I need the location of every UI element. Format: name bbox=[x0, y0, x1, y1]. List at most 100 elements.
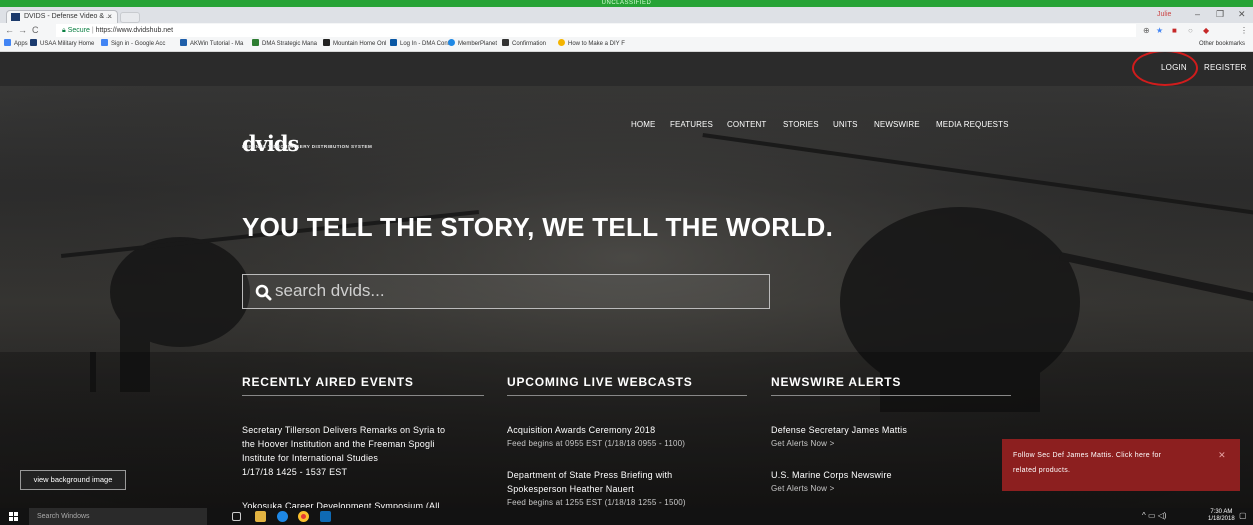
zoom-icon[interactable]: ⊕ bbox=[1143, 24, 1150, 37]
edge-icon[interactable] bbox=[277, 511, 288, 522]
file-explorer-icon[interactable] bbox=[255, 511, 266, 522]
akwin-icon bbox=[180, 39, 187, 46]
outlook-icon[interactable] bbox=[320, 511, 331, 522]
logo-tagline: DEFENSE VIDEO IMAGERY DISTRIBUTION SYSTE… bbox=[242, 144, 373, 149]
bookmark-label: Mountain Home Onl bbox=[333, 41, 387, 47]
bookmark-item[interactable]: Log In - DMA Confla bbox=[390, 38, 454, 51]
bookmark-item[interactable]: AKWin Tutorial - Ma bbox=[180, 38, 243, 51]
bookmark-label: How to Make a DIY F bbox=[568, 41, 625, 47]
bookmark-item[interactable]: How to Make a DIY F bbox=[558, 38, 625, 51]
bookmark-item[interactable]: DMA Strategic Mana bbox=[252, 38, 317, 51]
event-title-line: Secretary Tillerson Delivers Remarks on … bbox=[242, 425, 446, 435]
newswire-item[interactable]: U.S. Marine Corps Newswire Get Alerts No… bbox=[771, 468, 991, 496]
webcast-title: Department of State Press Briefing with bbox=[507, 470, 673, 480]
follow-popup[interactable]: Follow Sec Def James Mattis. Click here … bbox=[1002, 439, 1240, 491]
bookmark-label: Confirmation bbox=[512, 41, 547, 47]
popup-close-icon[interactable]: ✕ bbox=[1218, 448, 1226, 463]
lock-icon: 🔒︎ bbox=[62, 27, 66, 34]
apps-icon bbox=[4, 39, 11, 46]
address-toolbar: ← → C 🔒︎ Secure | https://www.dvidshub.n… bbox=[0, 23, 1253, 38]
secure-label: Secure bbox=[67, 27, 90, 34]
other-bookmarks[interactable]: Other bookmarks bbox=[1199, 38, 1245, 51]
nav-units[interactable]: UNITS bbox=[833, 120, 858, 129]
bookmark-item[interactable]: Apps bbox=[4, 38, 28, 51]
bookmark-item[interactable]: Mountain Home Onl bbox=[323, 38, 386, 51]
divider bbox=[771, 395, 1011, 396]
nav-media-requests[interactable]: MEDIA REQUESTS bbox=[936, 120, 1009, 129]
close-tab-icon[interactable]: × bbox=[107, 11, 112, 23]
divider bbox=[242, 395, 484, 396]
webcast-title: Spokesperson Heather Nauert bbox=[507, 484, 634, 494]
recent-event-item[interactable]: Secretary Tillerson Delivers Remarks on … bbox=[242, 423, 497, 479]
extension-circle-icon[interactable]: ○ bbox=[1188, 24, 1193, 37]
newswire-item[interactable]: Defense Secretary James Mattis Get Alert… bbox=[771, 423, 991, 451]
page-headline: YOU TELL THE STORY, WE TELL THE WORLD. bbox=[242, 212, 834, 242]
clock-time: 7:30 AM bbox=[1210, 509, 1233, 515]
dma-conflu-icon bbox=[390, 39, 397, 46]
divider bbox=[507, 395, 747, 396]
confirmation-icon bbox=[502, 39, 509, 46]
bookmark-item[interactable]: Sign in - Google Acc bbox=[101, 38, 165, 51]
webcast-item[interactable]: Acquisition Awards Ceremony 2018 Feed be… bbox=[507, 423, 757, 451]
profile-name[interactable]: Julie bbox=[1157, 9, 1171, 21]
bookmarks-bar: Apps USAA Military Home Sign in - Google… bbox=[0, 38, 1253, 52]
browser-tab-strip: DVIDS - Defense Video & ... × Julie – ❐ … bbox=[0, 7, 1253, 23]
newswire-title: U.S. Marine Corps Newswire bbox=[771, 470, 892, 480]
nav-content[interactable]: CONTENT bbox=[727, 120, 766, 129]
system-tray-icons[interactable]: ^ ▭ ◁) bbox=[1142, 511, 1167, 520]
taskbar-search-input[interactable]: Search Windows bbox=[29, 508, 207, 525]
nav-newswire[interactable]: NEWSWIRE bbox=[874, 120, 920, 129]
newswire-alerts-heading: NEWSWIRE ALERTS bbox=[771, 375, 902, 389]
bookmark-item[interactable]: MemberPlanet bbox=[448, 38, 497, 51]
view-background-button[interactable]: view background image bbox=[20, 470, 126, 490]
hero-section: LOGIN REGISTER dvids DEFENSE VIDEO IMAGE… bbox=[0, 52, 1253, 508]
get-alerts-link[interactable]: Get Alerts Now > bbox=[771, 482, 991, 496]
bookmark-item[interactable]: Confirmation bbox=[502, 38, 546, 51]
nav-home[interactable]: HOME bbox=[631, 120, 655, 129]
window-close-icon[interactable]: ✕ bbox=[1238, 8, 1246, 21]
usaa-icon bbox=[30, 39, 37, 46]
webcast-time: Feed begins at 0955 EST (1/18/18 0955 - … bbox=[507, 439, 686, 448]
bookmark-label: MemberPlanet bbox=[458, 41, 498, 47]
forward-icon[interactable]: → bbox=[18, 24, 27, 37]
bookmark-label: USAA Military Home bbox=[40, 41, 95, 47]
bookmark-label: Log In - DMA Confla bbox=[400, 41, 455, 47]
chrome-icon[interactable] bbox=[298, 511, 309, 522]
extension-icon[interactable]: ■ bbox=[1172, 24, 1177, 37]
browser-tab[interactable]: DVIDS - Defense Video & ... × bbox=[6, 10, 118, 23]
bookmark-label: DMA Strategic Mana bbox=[262, 41, 318, 47]
register-link[interactable]: REGISTER bbox=[1204, 63, 1247, 72]
popup-text: Follow Sec Def James Mattis. Click here … bbox=[1013, 452, 1162, 459]
webcast-item[interactable]: Department of State Press Briefing with … bbox=[507, 468, 757, 508]
nav-stories[interactable]: STORIES bbox=[783, 120, 819, 129]
bookmark-item[interactable]: USAA Military Home bbox=[30, 38, 94, 51]
reload-icon[interactable]: C bbox=[32, 24, 39, 37]
get-alerts-link[interactable]: Get Alerts Now > bbox=[771, 437, 991, 451]
bookmark-label: Sign in - Google Acc bbox=[111, 41, 166, 47]
dvids-favicon-icon bbox=[11, 13, 20, 21]
task-view-icon[interactable] bbox=[232, 512, 241, 521]
webcast-time: Feed begins at 1255 EST (1/18/18 1255 - … bbox=[507, 498, 686, 507]
recent-events-heading: RECENTLY AIRED EVENTS bbox=[242, 375, 414, 389]
upcoming-webcasts-heading: UPCOMING LIVE WEBCASTS bbox=[507, 375, 693, 389]
taskbar-clock[interactable]: 7:30 AM 1/18/2018 bbox=[1208, 509, 1235, 523]
classification-banner: UNCLASSIFIED bbox=[0, 0, 1253, 7]
menu-icon[interactable]: ⋮ bbox=[1240, 24, 1248, 37]
nav-features[interactable]: FEATURES bbox=[670, 120, 713, 129]
maximize-icon[interactable]: ❐ bbox=[1216, 8, 1224, 21]
mountain-home-icon bbox=[323, 39, 330, 46]
webcast-title: Acquisition Awards Ceremony 2018 bbox=[507, 425, 656, 435]
popup-text: related products. bbox=[1013, 467, 1071, 474]
search-input[interactable]: search dvids... bbox=[242, 274, 770, 309]
recent-event-item[interactable]: Yokosuka Career Development Symposium (A… bbox=[242, 499, 497, 508]
extension-badge-icon[interactable]: ◆ bbox=[1203, 24, 1209, 37]
notification-icon[interactable]: ▢ bbox=[1239, 511, 1247, 520]
new-tab-button[interactable] bbox=[120, 12, 140, 23]
address-input[interactable]: 🔒︎ Secure | https://www.dvidshub.net bbox=[56, 24, 1136, 37]
back-icon[interactable]: ← bbox=[5, 24, 14, 37]
memberplanet-icon bbox=[448, 39, 455, 46]
bookmark-star-icon[interactable]: ★ bbox=[1156, 24, 1163, 37]
bookmark-label: Apps bbox=[14, 41, 28, 47]
minimize-icon[interactable]: – bbox=[1195, 8, 1200, 21]
windows-start-icon[interactable] bbox=[9, 512, 18, 521]
